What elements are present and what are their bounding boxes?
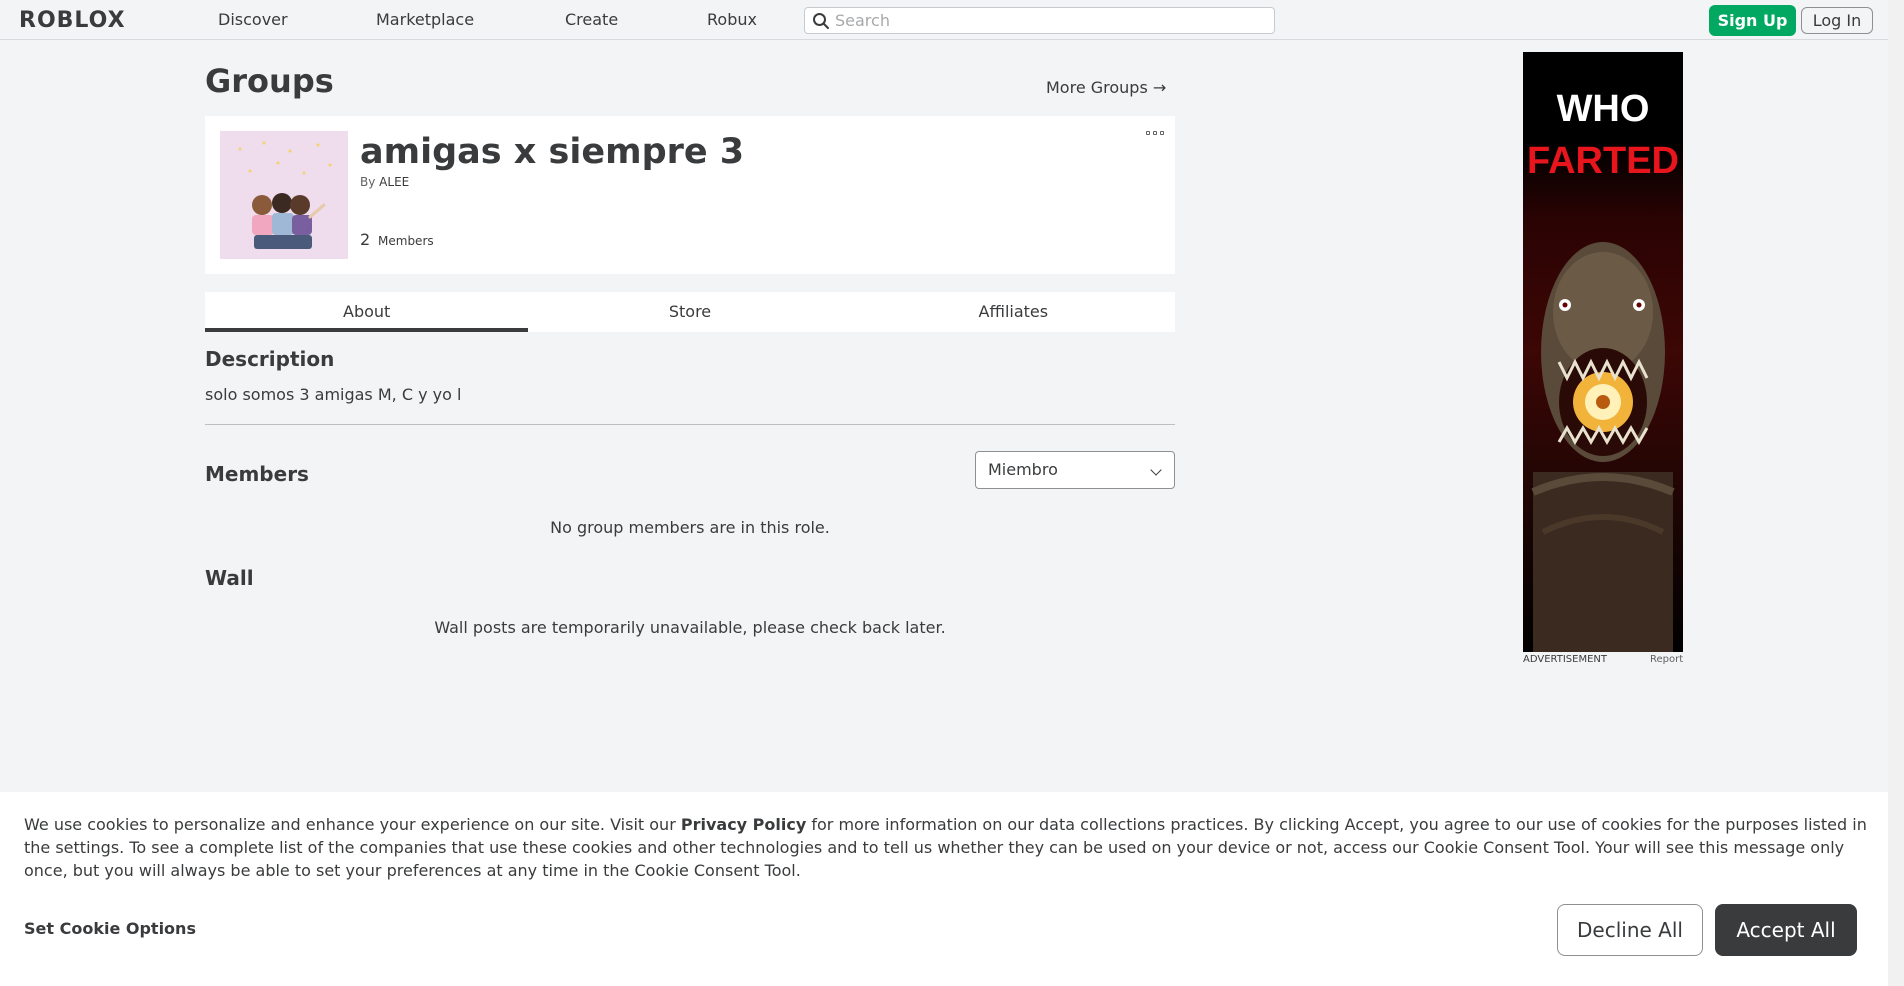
member-count-value: 2 [360, 230, 371, 249]
roblox-logo[interactable]: ROBLOX [19, 8, 126, 33]
nav-marketplace[interactable]: Marketplace [376, 10, 474, 29]
role-dropdown-value: Miembro [988, 460, 1058, 479]
page-title: Groups [205, 62, 334, 100]
top-navigation: ROBLOX Discover Marketplace Create Robux… [0, 0, 1888, 40]
ad-headline-2: FARTED [1527, 140, 1679, 182]
privacy-policy-link[interactable]: Privacy Policy [681, 815, 806, 834]
log-in-button[interactable]: Log In [1801, 7, 1873, 34]
nav-create[interactable]: Create [565, 10, 618, 29]
decline-all-button[interactable]: Decline All [1557, 904, 1703, 956]
tab-about[interactable]: About [205, 292, 529, 332]
group-name: amigas x siempre 3 [360, 132, 745, 172]
search-icon [813, 13, 829, 29]
tab-store[interactable]: Store [528, 292, 851, 332]
group-header-card: amigas x siempre 3 By ALEE 2 Members [205, 116, 1175, 274]
more-groups-link[interactable]: More Groups → [1046, 78, 1166, 97]
no-members-message: No group members are in this role. [550, 518, 830, 537]
accept-all-button[interactable]: Accept All [1715, 904, 1857, 956]
page-scrollbar[interactable] [1888, 0, 1904, 986]
by-label: By [360, 175, 376, 189]
nav-discover[interactable]: Discover [218, 10, 288, 29]
advertisement-banner[interactable]: WHO FARTED [1523, 52, 1683, 652]
group-tabs: About Store Affiliates [205, 292, 1175, 332]
cookie-message: We use cookies to personalize and enhanc… [24, 813, 1869, 882]
member-count-label: Members [378, 234, 434, 248]
tab-affiliates[interactable]: Affiliates [852, 292, 1175, 332]
group-emblem [220, 131, 348, 259]
member-count: 2 Members [360, 230, 434, 249]
cookie-text-before: We use cookies to personalize and enhanc… [24, 815, 681, 834]
ad-monster-image [1531, 242, 1675, 652]
sign-up-button[interactable]: Sign Up [1709, 5, 1796, 36]
group-description: solo somos 3 amigas M, C y yo l [205, 385, 462, 404]
members-heading: Members [205, 462, 309, 486]
wall-unavailable-message: Wall posts are temporarily unavailable, … [434, 618, 946, 637]
set-cookie-options-link[interactable]: Set Cookie Options [24, 919, 196, 938]
nav-robux[interactable]: Robux [707, 10, 757, 29]
cookie-consent-banner: We use cookies to personalize and enhanc… [0, 792, 1888, 986]
divider [205, 424, 1175, 425]
ad-headline-1: WHO [1556, 88, 1650, 130]
chevron-down-icon [1150, 464, 1162, 476]
wall-heading: Wall [205, 566, 254, 590]
group-owner-line: By ALEE [360, 175, 409, 189]
search-input[interactable] [835, 10, 1265, 31]
ad-report-link[interactable]: Report [1650, 654, 1683, 665]
more-options-icon[interactable] [1146, 129, 1164, 137]
role-dropdown[interactable]: Miembro [975, 451, 1175, 489]
description-heading: Description [205, 347, 335, 371]
search-box [804, 7, 1275, 34]
group-owner-link[interactable]: ALEE [379, 175, 409, 189]
advertisement-label: ADVERTISEMENT [1523, 654, 1608, 665]
